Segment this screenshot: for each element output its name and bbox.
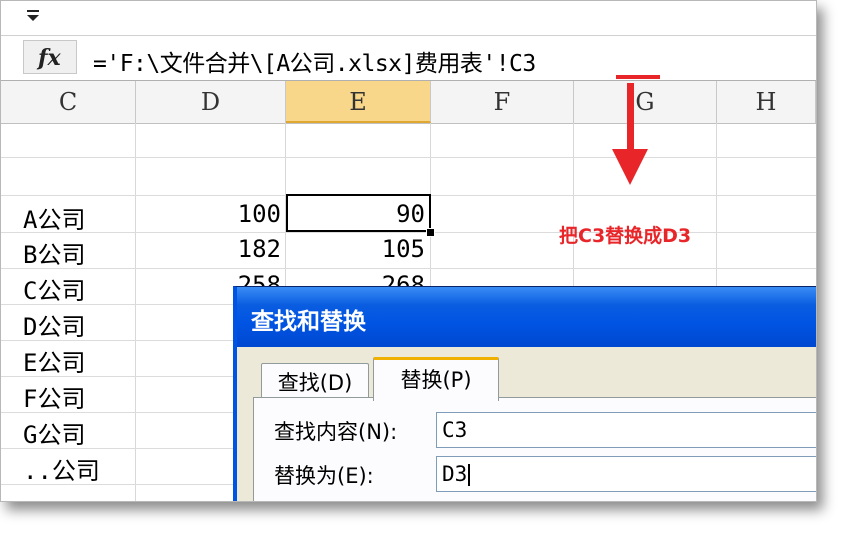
find-what-label: 查找内容(N): [274,420,398,444]
column-header-c[interactable]: C [1,81,136,123]
insert-function-button[interactable]: fx [23,40,77,74]
column-header-f[interactable]: F [431,81,574,123]
column-header-h[interactable]: H [717,81,816,123]
arrow-head-icon [612,149,648,185]
column-header-g[interactable]: G [574,81,717,123]
gridline [1,157,816,158]
column-header-e[interactable]: E [286,81,431,123]
find-what-input[interactable]: C3 [436,412,816,448]
fx-icon: fx [38,45,61,71]
replace-with-value: D3 [442,462,468,486]
column-header-d[interactable]: D [136,81,286,123]
cell-company-name[interactable]: G公司 [23,415,85,450]
dialog-title: 查找和替换 [251,309,366,335]
gridline [1,268,816,269]
cell-company-name[interactable]: D公司 [23,307,85,342]
find-replace-dialog: 查找和替换 查找(D) 替换(P) 查找内容(N): C3 替换为(E): D3 [233,286,816,501]
arrow-down-icon [627,83,634,153]
formula-input[interactable]: ='F:\文件合并\[A公司.xlsx]费用表'!C3 [93,44,536,78]
spreadsheet-window: fx ='F:\文件合并\[A公司.xlsx]费用表'!C3 C D E F G… [0,0,817,502]
gridline [135,123,136,501]
cell-value-d[interactable]: 100 [161,200,281,228]
cell-company-name[interactable]: C公司 [23,271,85,306]
collapse-ribbon-icon[interactable] [25,9,41,23]
cell-value-e[interactable]: 105 [301,235,425,263]
ribbon-strip [1,1,816,36]
fill-handle[interactable] [426,228,435,237]
find-what-value: C3 [442,418,468,442]
c3-highlight-underline [616,75,660,79]
cell-value-d[interactable]: 182 [161,235,281,263]
cell-company-name[interactable]: A公司 [23,200,85,235]
cell-company-name[interactable]: F公司 [23,379,85,414]
tab-find[interactable]: 查找(D) [261,363,369,401]
text-caret [468,464,471,486]
replace-tab-panel: 查找内容(N): C3 替换为(E): D3 [253,397,816,501]
tab-replace[interactable]: 替换(P) [373,357,499,401]
cell-company-name[interactable]: B公司 [23,235,85,270]
replace-with-input[interactable]: D3 [436,456,816,492]
formula-bar: fx ='F:\文件合并\[A公司.xlsx]费用表'!C3 [1,36,816,81]
cell-company-name[interactable]: E公司 [23,343,85,378]
dialog-titlebar[interactable]: 查找和替换 [237,287,816,347]
cell-company-name[interactable]: ..公司 [23,451,100,486]
annotation-note: 把C3替换成D3 [559,225,692,247]
replace-with-label: 替换为(E): [274,464,374,488]
active-cell-selection[interactable] [286,194,431,232]
gridline [1,232,816,233]
column-headers: C D E F G H [1,81,816,124]
